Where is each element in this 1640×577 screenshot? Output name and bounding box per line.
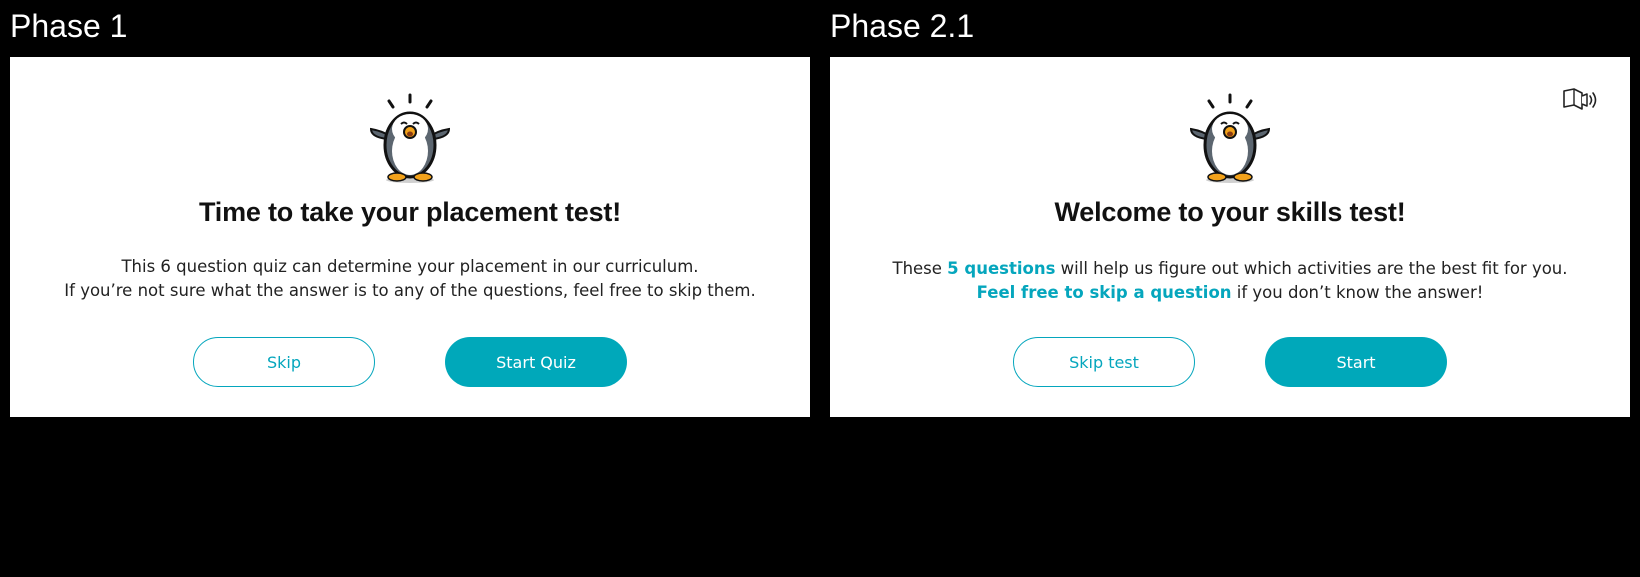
phase1-body-line2: If you’re not sure what the answer is to…	[64, 281, 756, 300]
speaker-icon[interactable]	[1562, 85, 1602, 113]
phase2-title: Welcome to your skills test!	[1054, 197, 1406, 227]
phase2-body-line1-post: will help us figure out which activities…	[1055, 259, 1568, 278]
start-quiz-button[interactable]: Start Quiz	[445, 337, 627, 387]
phase1-title: Time to take your placement test!	[198, 197, 622, 227]
phase2-body-line1-pre: These	[892, 259, 948, 278]
skip-button[interactable]: Skip	[193, 337, 375, 387]
phase2-question-count: 5 questions	[947, 259, 1056, 278]
phase2-body-line2: Feel free to skip a question if you don’…	[830, 281, 1630, 305]
phase2-body-line2-post: if you don’t know the answer!	[1231, 283, 1484, 302]
skip-test-button[interactable]: Skip test	[1013, 337, 1195, 387]
phase1-body: This 6 question quiz can determine your …	[10, 255, 810, 303]
phase2-skip-hint: Feel free to skip a question	[976, 283, 1232, 302]
phase2-panel: Welcome to your skills test! These 5 que…	[830, 57, 1630, 417]
phase2-body: These 5 questions will help us figure ou…	[830, 257, 1630, 305]
phase2-label: Phase 2.1	[830, 8, 975, 44]
phase1-body-line1: This 6 question quiz can determine your …	[121, 257, 699, 276]
phase2-body-line1: These 5 questions will help us figure ou…	[830, 257, 1630, 281]
start-button[interactable]: Start	[1265, 337, 1447, 387]
phase1-panel: Time to take your placement test! This 6…	[10, 57, 810, 417]
penguin-mascot-icon	[369, 93, 451, 183]
phase1-label: Phase 1	[10, 8, 128, 44]
penguin-mascot-icon	[1189, 93, 1271, 183]
